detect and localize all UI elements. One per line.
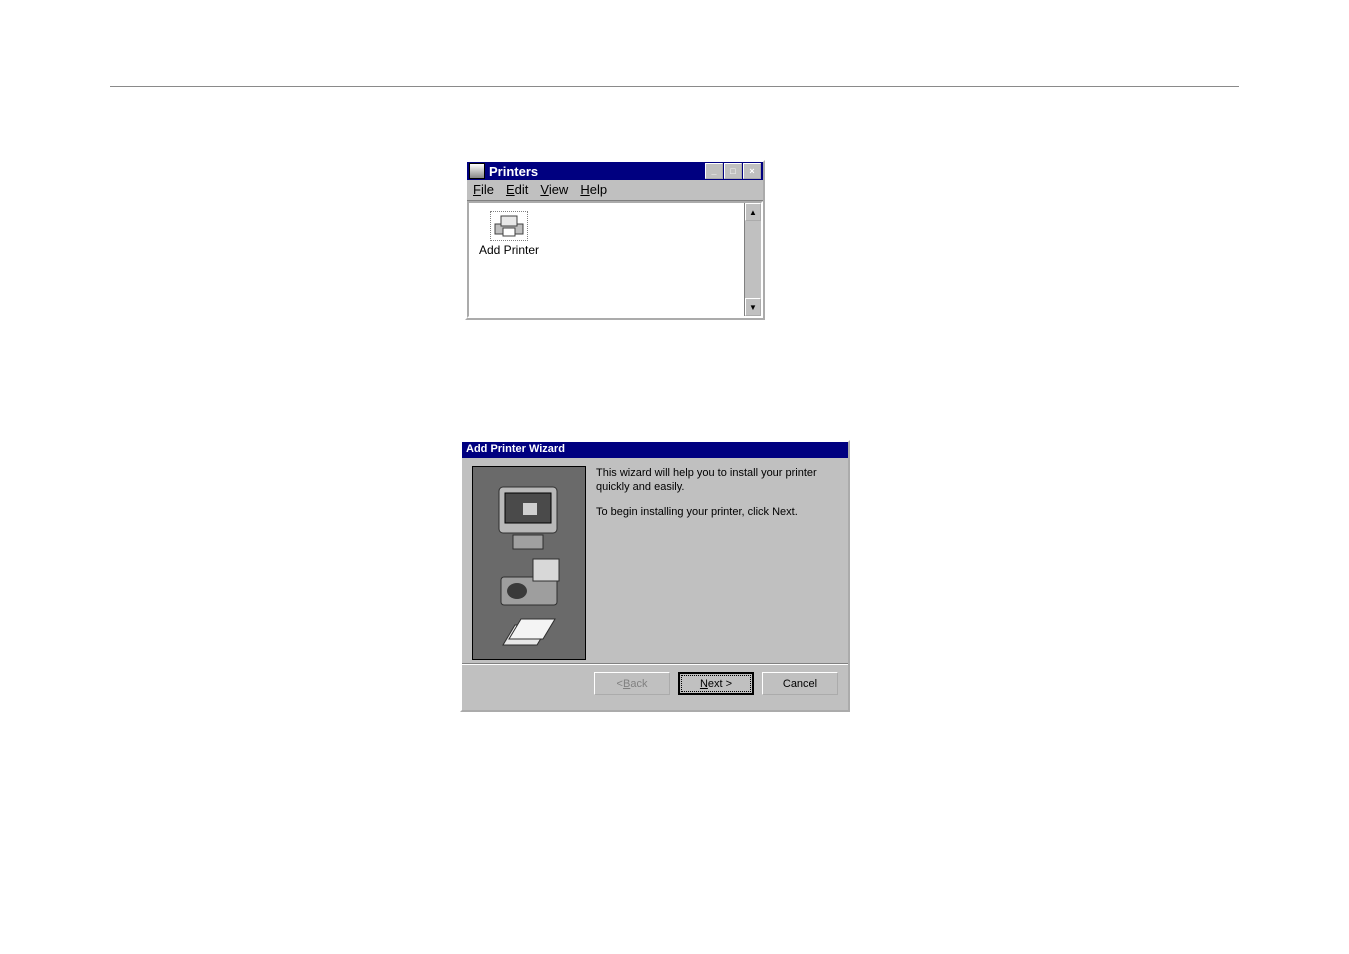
minimize-button[interactable]: _ (705, 163, 723, 179)
back-button: < Back (594, 672, 670, 695)
wizard-side-image (472, 466, 586, 660)
add-printer-icon (490, 211, 528, 241)
cancel-button[interactable]: Cancel (762, 672, 838, 695)
printers-title-bar[interactable]: Printers _ □ × (467, 162, 763, 180)
menu-view[interactable]: View (540, 182, 568, 197)
add-printer-wizard-dialog: Add Printer Wizard (460, 440, 850, 712)
close-button[interactable]: × (743, 163, 761, 179)
menu-help[interactable]: Help (580, 182, 607, 197)
maximize-button[interactable]: □ (724, 163, 742, 179)
add-printer-label: Add Printer (479, 243, 539, 257)
printers-window-title: Printers (489, 164, 538, 179)
wizard-title-bar[interactable]: Add Printer Wizard (462, 442, 848, 458)
vertical-scrollbar[interactable]: ▲ ▼ (744, 203, 761, 316)
wizard-body-text: This wizard will help you to install you… (596, 466, 838, 657)
printers-window: Printers _ □ × File Edit View Help (465, 160, 765, 320)
menu-file[interactable]: File (473, 182, 494, 197)
page-header-rule (110, 86, 1239, 87)
next-button[interactable]: Next > (678, 672, 754, 695)
printers-title-icon (469, 163, 485, 179)
menu-edit[interactable]: Edit (506, 182, 528, 197)
printers-client-area: Add Printer ▲ ▼ (467, 201, 763, 318)
add-printer-item[interactable]: Add Printer (469, 203, 549, 316)
scroll-down-button[interactable]: ▼ (745, 298, 761, 316)
scroll-up-button[interactable]: ▲ (745, 203, 761, 221)
printers-menu-bar: File Edit View Help (467, 180, 763, 201)
wizard-intro-line1: This wizard will help you to install you… (596, 466, 838, 495)
wizard-button-row: < Back Next > Cancel (462, 664, 848, 695)
wizard-intro-line2: To begin installing your printer, click … (596, 505, 838, 519)
